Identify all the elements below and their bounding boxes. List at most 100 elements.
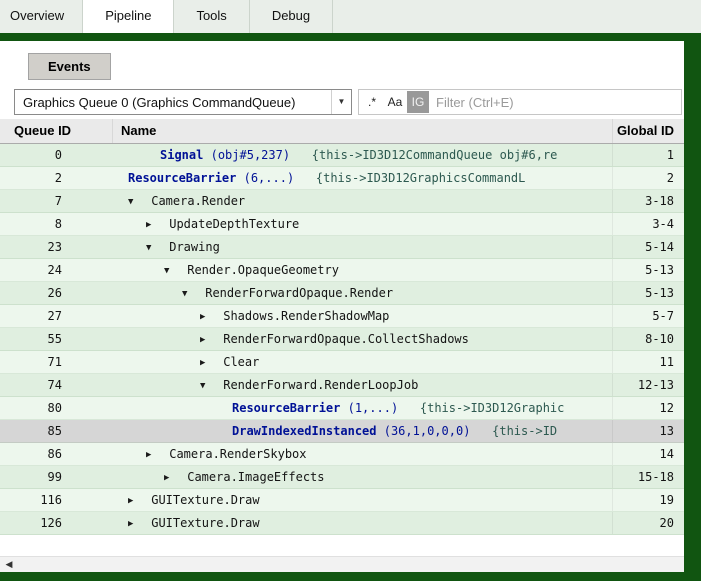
event-name: RenderForward.RenderLoopJob [223,378,418,392]
event-row[interactable]: 55 ▶ RenderForwardOpaque.CollectShadows … [0,328,684,351]
api-args: (6,...) [244,171,295,185]
event-row[interactable]: 0 Signal (obj#5,237) {this->ID3D12Comman… [0,144,684,167]
tree-arrow-icon[interactable]: ▶ [128,490,144,511]
tab-events[interactable]: Events [28,53,111,80]
event-row[interactable]: 116 ▶ GUITexture.Draw 19 [0,489,684,512]
event-row[interactable]: 85 DrawIndexedInstanced (36,1,0,0,0) {th… [0,420,684,443]
events-toolbar: Graphics Queue 0 (Graphics CommandQueue)… [0,85,684,119]
event-rows: 0 Signal (obj#5,237) {this->ID3D12Comman… [0,144,684,535]
tree-arrow-icon[interactable]: ▶ [164,467,180,488]
event-name: Shadows.RenderShadowMap [223,309,389,323]
tree-arrow-icon[interactable]: ▶ [200,306,216,327]
name-cell: DrawIndexedInstanced (36,1,0,0,0) {this-… [112,420,612,442]
event-row[interactable]: 126 ▶ GUITexture.Draw 20 [0,512,684,535]
filter-input[interactable] [430,91,679,113]
scroll-left-icon[interactable]: ◀ [0,559,18,570]
global-id-cell: 19 [612,489,684,511]
column-header-queue-id[interactable]: Queue ID [0,119,112,143]
accent-border-right [684,33,701,581]
queue-id-cell: 74 [0,374,112,396]
queue-id-cell: 55 [0,328,112,350]
name-cell: ▶ Clear [112,351,612,373]
event-name: Camera.ImageEffects [187,470,324,484]
api-detail: {this->ID3D12GraphicsCommandL [301,171,525,185]
queue-select[interactable]: Graphics Queue 0 (Graphics CommandQueue)… [14,89,352,115]
event-row[interactable]: 23 ▼ Drawing 5-14 [0,236,684,259]
tree-arrow-icon[interactable]: ▼ [164,260,180,281]
tree-arrow-icon[interactable]: ▶ [146,444,162,465]
accent-border-bottom [0,572,701,581]
tree-arrow-icon[interactable]: ▶ [200,329,216,350]
tab-label: Tools [196,8,226,23]
name-cell: ▼ RenderForward.RenderLoopJob [112,374,612,396]
event-name: Clear [223,355,259,369]
events-tab-strip: Events [0,41,684,85]
column-header-global-id[interactable]: Global ID [612,119,684,143]
column-header-name[interactable]: Name [112,119,612,143]
event-name: Camera.RenderSkybox [169,447,306,461]
tree-arrow-icon[interactable]: ▼ [128,191,144,212]
name-cell: ▼ RenderForwardOpaque.Render [112,282,612,304]
event-row[interactable]: 71 ▶ Clear 11 [0,351,684,374]
api-detail: {this->ID [478,424,557,438]
events-panel: Events Graphics Queue 0 (Graphics Comman… [0,41,684,572]
tab-label: Overview [10,8,64,23]
tree-arrow-icon[interactable]: ▶ [146,214,162,235]
event-row[interactable]: 80 ResourceBarrier (1,...) {this->ID3D12… [0,397,684,420]
tree-arrow-icon[interactable]: ▼ [182,283,198,304]
global-id-cell: 12 [612,397,684,419]
event-row[interactable]: 86 ▶ Camera.RenderSkybox 14 [0,443,684,466]
api-name: DrawIndexedInstanced [232,424,377,438]
api-name: ResourceBarrier [128,171,236,185]
tab-label: Debug [272,8,310,23]
event-name: RenderForwardOpaque.Render [205,286,393,300]
event-name: Render.OpaqueGeometry [187,263,339,277]
event-name: GUITexture.Draw [151,516,259,530]
tree-arrow-icon[interactable]: ▼ [146,237,162,258]
name-cell: ResourceBarrier (1,...) {this->ID3D12Gra… [112,397,612,419]
name-cell: ▶ Camera.ImageEffects [112,466,612,488]
name-cell: ▼ Drawing [112,236,612,258]
tree-arrow-icon[interactable]: ▶ [128,513,144,534]
queue-id-cell: 7 [0,190,112,212]
match-case-toggle-button[interactable]: Aa [384,91,406,113]
api-name: ResourceBarrier [232,401,340,415]
event-row[interactable]: 74 ▼ RenderForward.RenderLoopJob 12-13 [0,374,684,397]
name-cell: ▶ UpdateDepthTexture [112,213,612,235]
queue-id-cell: 26 [0,282,112,304]
event-name: Drawing [169,240,220,254]
global-id-cell: 1 [612,144,684,166]
event-row[interactable]: 99 ▶ Camera.ImageEffects 15-18 [0,466,684,489]
horizontal-scrollbar[interactable]: ◀ [0,556,684,572]
name-cell: ▶ Shadows.RenderShadowMap [112,305,612,327]
regex-toggle-button[interactable]: .* [361,91,383,113]
event-row[interactable]: 2 ResourceBarrier (6,...) {this->ID3D12G… [0,167,684,190]
tab-overview[interactable]: Overview [0,0,83,33]
name-cell: ▶ GUITexture.Draw [112,512,612,534]
event-row[interactable]: 24 ▼ Render.OpaqueGeometry 5-13 [0,259,684,282]
chevron-down-icon: ▼ [331,90,351,114]
global-id-cell: 5-13 [612,282,684,304]
name-cell: ▶ GUITexture.Draw [112,489,612,511]
tab-debug[interactable]: Debug [250,0,333,33]
event-row[interactable]: 7 ▼ Camera.Render 3-18 [0,190,684,213]
tree-arrow-icon[interactable]: ▶ [200,352,216,373]
tab-pipeline[interactable]: Pipeline [83,0,174,33]
event-name: GUITexture.Draw [151,493,259,507]
queue-id-cell: 2 [0,167,112,189]
tab-tools[interactable]: Tools [174,0,249,33]
event-row[interactable]: 8 ▶ UpdateDepthTexture 3-4 [0,213,684,236]
event-row[interactable]: 26 ▼ RenderForwardOpaque.Render 5-13 [0,282,684,305]
queue-id-cell: 23 [0,236,112,258]
tree-arrow-icon[interactable]: ▼ [200,375,216,396]
tab-bar: Overview Pipeline Tools Debug [0,0,701,33]
api-detail: {this->ID3D12Graphic [405,401,564,415]
glob-toggle-button[interactable]: IG [407,91,429,113]
api-args: (obj#5,237) [211,148,290,162]
global-id-cell: 5-7 [612,305,684,327]
queue-id-cell: 0 [0,144,112,166]
event-row[interactable]: 27 ▶ Shadows.RenderShadowMap 5-7 [0,305,684,328]
filter-bar: .* Aa IG [358,89,682,115]
api-detail: {this->ID3D12CommandQueue obj#6,re [297,148,557,162]
queue-id-cell: 80 [0,397,112,419]
